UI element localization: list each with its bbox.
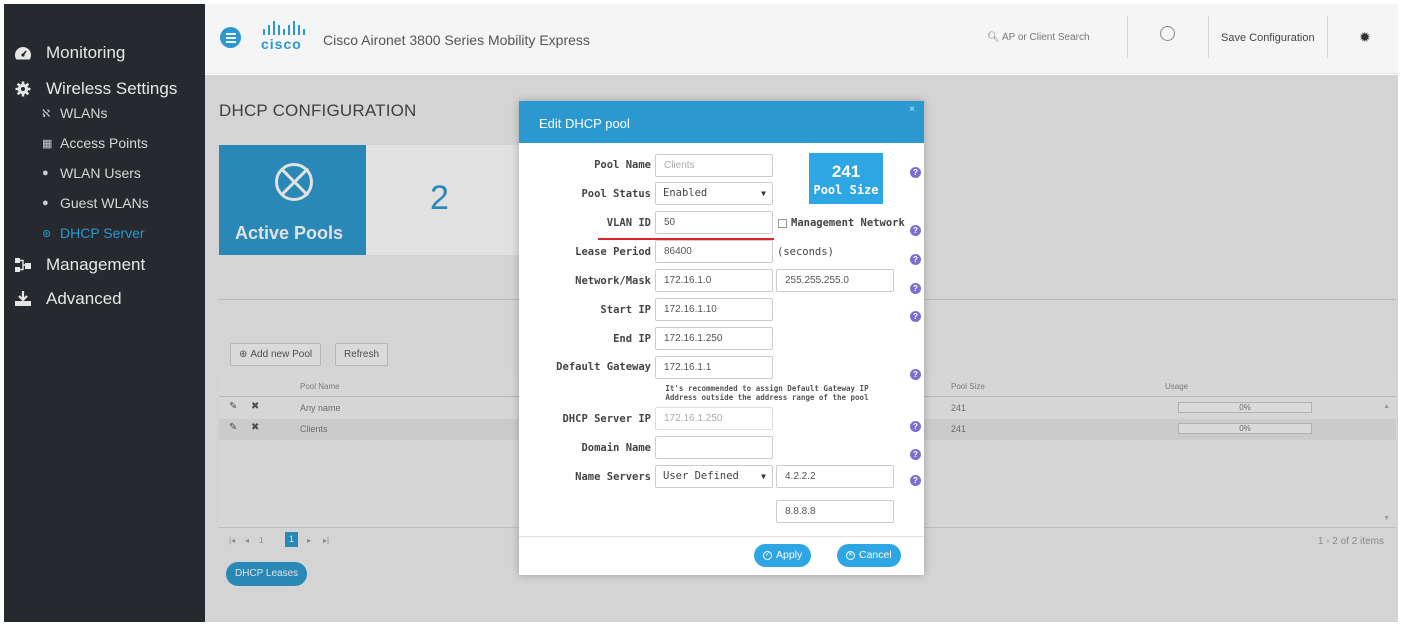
- default-gateway-input[interactable]: 172.16.1.1: [655, 356, 773, 379]
- header-divider: [1127, 16, 1128, 58]
- dhcp-ball-icon: ⊛: [42, 227, 52, 240]
- lease-period-label: Lease Period: [575, 246, 651, 258]
- dhcp-server-ip-label: DHCP Server IP: [562, 413, 651, 425]
- pool-name-input[interactable]: Clients: [655, 154, 773, 177]
- start-ip-label: Start IP: [600, 304, 651, 316]
- gateway-note: It's recommended to assign Default Gatew…: [665, 384, 869, 402]
- users-icon: ●: [42, 167, 49, 179]
- close-icon[interactable]: ×: [909, 104, 915, 115]
- help-icon[interactable]: ?: [910, 283, 921, 294]
- name-servers-select[interactable]: User Defined ▼: [655, 465, 773, 488]
- cancel-button[interactable]: ✕ Cancel: [837, 544, 901, 567]
- pool-status-label: Pool Status: [581, 188, 651, 200]
- sidebar-item-monitoring[interactable]: Monitoring: [4, 36, 205, 70]
- guest-users-icon: ●: [42, 197, 49, 209]
- modal-title: Edit DHCP pool: [539, 116, 630, 131]
- download-tray-icon: [12, 290, 34, 308]
- header-divider: [1208, 16, 1209, 58]
- domain-name-label: Domain Name: [581, 442, 651, 454]
- lease-period-input[interactable]: 86400: [655, 240, 773, 263]
- sidebar-label-advanced: Advanced: [46, 289, 122, 308]
- pool-size-badge: 241 Pool Size: [809, 153, 883, 204]
- name-servers-label: Name Servers: [575, 471, 651, 483]
- management-icon: [12, 256, 34, 274]
- help-icon[interactable]: ?: [910, 475, 921, 486]
- network-mask-label: Network/Mask: [575, 275, 651, 287]
- chevron-down-icon: ▼: [761, 472, 766, 481]
- domain-name-input[interactable]: [655, 436, 773, 459]
- modal-footer-divider: [519, 536, 924, 537]
- sidebar-label-access-points: Access Points: [60, 135, 148, 151]
- gear-icon: [12, 80, 34, 98]
- name-servers-mode: User Defined: [663, 470, 739, 482]
- cisco-bars-icon: [263, 21, 315, 35]
- pool-size-value: 241: [831, 162, 861, 181]
- sidebar-item-dhcp-server[interactable]: ⊛ DHCP Server: [4, 218, 205, 248]
- top-header: cisco Cisco Aironet 3800 Series Mobility…: [205, 4, 1398, 74]
- apply-label: Apply: [776, 549, 803, 561]
- sidebar-label-wlan-users: WLAN Users: [60, 165, 141, 181]
- menu-toggle-icon[interactable]: [220, 27, 241, 48]
- management-network-label: Management Network: [791, 217, 905, 229]
- pool-name-label: Pool Name: [594, 159, 651, 171]
- help-icon[interactable]: ?: [910, 369, 921, 380]
- settings-gear-icon[interactable]: ✹: [1359, 29, 1371, 46]
- sidebar-label-guest-wlans: Guest WLANs: [60, 195, 149, 211]
- pool-status-select[interactable]: Enabled ▼: [655, 182, 773, 205]
- sidebar-label-monitoring: Monitoring: [46, 43, 126, 62]
- sidebar-label-wlans: WLANs: [60, 105, 108, 121]
- chevron-down-icon: ▼: [761, 189, 766, 198]
- dashboard-icon: [12, 44, 34, 62]
- pool-status-value: Enabled: [663, 187, 708, 199]
- end-ip-input[interactable]: 172.16.1.250: [655, 327, 773, 350]
- cancel-label: Cancel: [859, 549, 892, 561]
- app-title: Cisco Aironet 3800 Series Mobility Expre…: [323, 32, 590, 48]
- download-icon[interactable]: [1160, 26, 1175, 41]
- default-gateway-label: Default Gateway: [556, 361, 651, 373]
- sidebar-item-wlan-users[interactable]: ● WLAN Users: [4, 158, 205, 188]
- sidebar-item-advanced[interactable]: Advanced: [4, 282, 205, 316]
- dhcp-server-ip-input[interactable]: 172.16.1.250: [655, 407, 773, 430]
- vlan-id-label: VLAN ID: [606, 217, 651, 229]
- sidebar-item-management[interactable]: Management: [4, 248, 205, 282]
- x-circle-icon: ✕: [846, 551, 855, 560]
- cisco-wordmark: cisco: [261, 36, 302, 52]
- sidebar-item-wlans[interactable]: ℵ WLANs: [4, 98, 205, 128]
- checkbox-icon[interactable]: [778, 218, 787, 228]
- mask-input[interactable]: 255.255.255.0: [776, 269, 894, 292]
- help-icon[interactable]: ?: [910, 421, 921, 432]
- sidebar: Monitoring Wireless Settings ℵ WLANs ▦ A…: [4, 4, 205, 622]
- cisco-logo: cisco: [261, 21, 315, 53]
- access-point-icon: ▦: [42, 137, 53, 150]
- name-server-1-input[interactable]: 4.2.2.2: [776, 465, 894, 488]
- sidebar-item-guest-wlans[interactable]: ● Guest WLANs: [4, 188, 205, 218]
- name-server-2-input[interactable]: 8.8.8.8: [776, 500, 894, 523]
- help-icon[interactable]: ?: [910, 225, 921, 236]
- edit-dhcp-pool-modal: Edit DHCP pool × 241 Pool Size Pool Name…: [519, 101, 924, 575]
- apply-button[interactable]: ✓ Apply: [754, 544, 812, 567]
- sidebar-item-access-points[interactable]: ▦ Access Points: [4, 128, 205, 158]
- search-icon: 🔍︎: [987, 32, 1000, 43]
- save-configuration-button[interactable]: Save Configuration: [1221, 32, 1315, 44]
- wifi-icon: ℵ: [42, 107, 51, 120]
- sidebar-label-management: Management: [46, 255, 146, 274]
- help-icon[interactable]: ?: [910, 311, 921, 322]
- help-icon[interactable]: ?: [910, 254, 921, 265]
- management-network-checkbox[interactable]: Management Network: [778, 217, 905, 229]
- sidebar-label-wireless-settings: Wireless Settings: [46, 79, 178, 98]
- search-placeholder: AP or Client Search: [1001, 32, 1090, 43]
- end-ip-label: End IP: [613, 333, 651, 345]
- start-ip-input[interactable]: 172.16.1.10: [655, 298, 773, 321]
- check-circle-icon: ✓: [763, 551, 772, 560]
- sidebar-label-dhcp-server: DHCP Server: [60, 225, 145, 241]
- search-box[interactable]: 🔍︎ AP or Client Search: [987, 32, 1090, 43]
- modal-header: Edit DHCP pool ×: [519, 101, 924, 143]
- pool-size-label: Pool Size: [813, 183, 879, 197]
- vlan-id-input[interactable]: 50: [655, 211, 773, 234]
- help-icon[interactable]: ?: [910, 449, 921, 460]
- lease-period-unit: (seconds): [777, 246, 834, 258]
- help-icon[interactable]: ?: [910, 167, 921, 178]
- network-input[interactable]: 172.16.1.0: [655, 269, 773, 292]
- header-divider: [1327, 16, 1328, 58]
